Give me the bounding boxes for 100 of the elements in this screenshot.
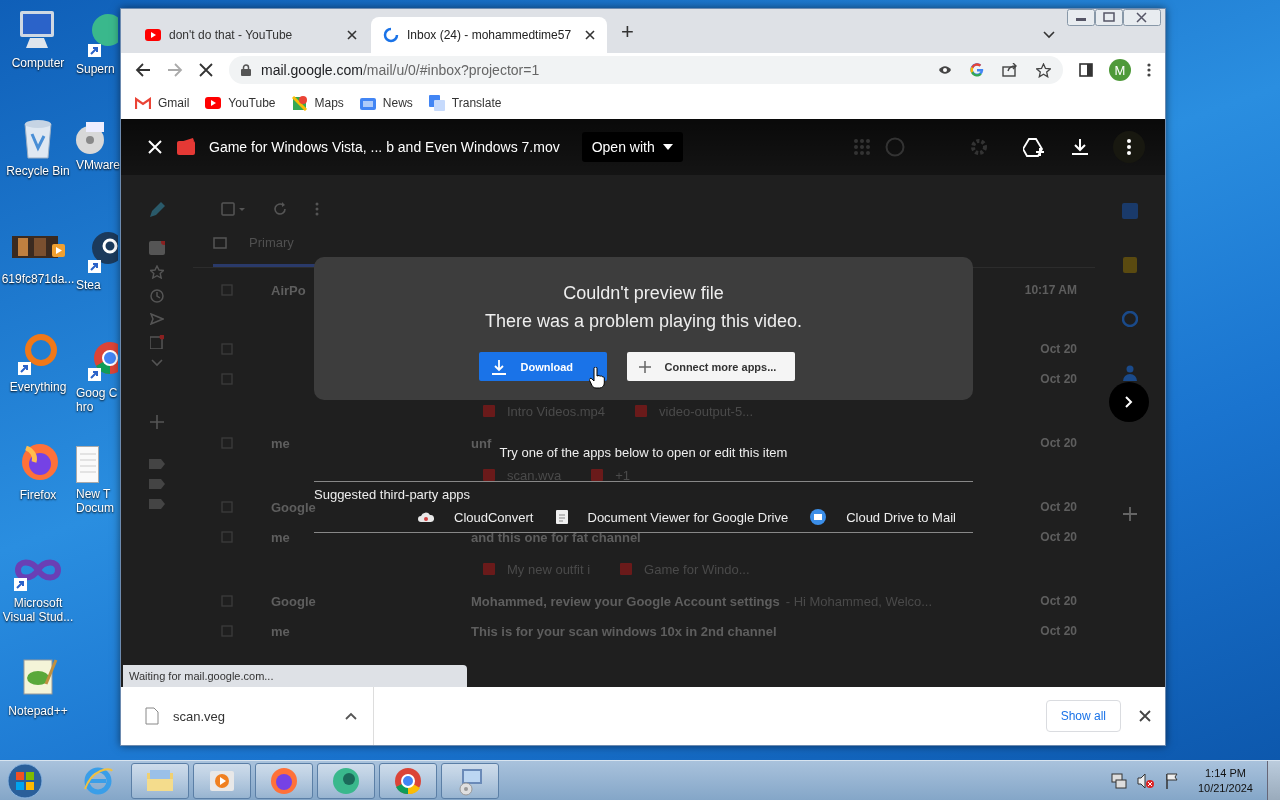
open-with-button[interactable]: Open with xyxy=(581,132,683,162)
desktop-icon-label[interactable]: Computer xyxy=(11,56,65,70)
film-icon xyxy=(591,469,604,481)
bookmark[interactable]: Maps xyxy=(291,95,344,111)
start-button[interactable] xyxy=(7,762,43,799)
mail-date: Oct 20 xyxy=(1040,530,1077,544)
app-item[interactable]: CloudConvert xyxy=(418,509,534,525)
film-icon xyxy=(483,563,495,575)
ring-icon xyxy=(16,332,60,376)
desktop-icon-label[interactable]: New T Docum xyxy=(76,487,120,515)
taskbar-button[interactable] xyxy=(193,762,251,799)
star-icon xyxy=(150,265,164,279)
desktop-icon-label[interactable]: Stea xyxy=(76,278,120,292)
close-icon[interactable] xyxy=(347,30,357,40)
address-bar[interactable]: mail.google.com/mail/u/0/#inbox?projector=1 xyxy=(229,56,1063,84)
inbox-icon xyxy=(149,241,165,255)
subject: and this one for fat channel xyxy=(471,529,641,545)
volume-muted-icon[interactable] xyxy=(1136,772,1155,789)
disc-icon xyxy=(76,122,104,154)
contacts-icon xyxy=(1123,365,1137,381)
taskbar-button[interactable] xyxy=(317,762,375,799)
desktop-icon-label[interactable]: Supern xyxy=(76,62,120,76)
taskbar-button[interactable] xyxy=(379,762,437,799)
close-icon[interactable] xyxy=(585,30,595,40)
add-to-drive-icon[interactable] xyxy=(1023,137,1045,157)
hand-cursor-icon xyxy=(589,367,605,389)
bookmark[interactable]: Gmail xyxy=(135,96,190,110)
more-button[interactable] xyxy=(1113,131,1145,163)
back-icon[interactable] xyxy=(135,62,151,78)
label-icon xyxy=(149,459,165,469)
desktop-icon-label[interactable]: 619fc871da... xyxy=(1,272,75,286)
mail-date: Oct 20 xyxy=(1040,624,1077,638)
checkbox-icon xyxy=(221,625,233,637)
clock-icon xyxy=(150,289,164,303)
loading-icon xyxy=(383,27,399,43)
app-item[interactable]: Document Viewer for Google Drive xyxy=(555,509,789,525)
more-icon xyxy=(1127,139,1131,155)
desktop-icon-label[interactable]: Everything xyxy=(9,380,67,394)
desktop-icon-label[interactable]: Firefox xyxy=(19,488,57,502)
mail-date: Oct 20 xyxy=(1040,372,1077,386)
caret-icon xyxy=(662,144,673,150)
dialog-message: There was a problem playing this video. xyxy=(483,310,804,333)
network-icon[interactable] xyxy=(1110,772,1127,789)
show-all-button[interactable]: Show all xyxy=(1045,700,1121,732)
connect-apps-button[interactable]: Connect more apps... xyxy=(626,352,795,381)
bookmark[interactable]: YouTube xyxy=(205,96,276,110)
envelope-icon xyxy=(135,97,151,109)
more-icon[interactable] xyxy=(1147,63,1151,77)
desktop-icon-label[interactable]: Microsoft Visual Stud... xyxy=(0,596,76,624)
desktop-icon-label[interactable]: VMware xyxy=(76,158,120,172)
star-icon[interactable] xyxy=(1036,62,1051,78)
show-desktop-button[interactable] xyxy=(1267,760,1280,800)
taskbar-button[interactable] xyxy=(131,762,189,799)
app-item[interactable]: Cloud Drive to Mail xyxy=(810,509,956,525)
close-icon[interactable] xyxy=(1139,710,1151,722)
subject: Mohammed, review your Google Account settings xyxy=(471,593,780,609)
bookmark[interactable]: Translate xyxy=(428,95,502,111)
desktop-icon-label[interactable]: Goog Chro xyxy=(76,386,120,414)
sender: me xyxy=(271,435,291,451)
desktop-icon-label[interactable]: Notepad++ xyxy=(8,704,68,718)
status-text: Waiting for mail.google.com... xyxy=(123,665,467,687)
bookmark[interactable]: News xyxy=(359,96,413,110)
taskbar-button[interactable] xyxy=(441,762,499,799)
checkbox-icon xyxy=(221,284,233,296)
refresh-icon xyxy=(273,202,287,216)
eye-icon[interactable] xyxy=(938,65,952,75)
download-button[interactable]: Download xyxy=(478,352,607,381)
film-icon xyxy=(177,138,195,156)
tasks-icon xyxy=(1122,311,1138,327)
profile-avatar[interactable]: M xyxy=(1109,59,1131,81)
label-icon xyxy=(149,479,165,489)
chevron-down-icon xyxy=(151,359,163,367)
help-icon xyxy=(885,137,905,157)
taskbar-button[interactable] xyxy=(255,762,313,799)
download-icon[interactable] xyxy=(1071,138,1089,156)
share-icon[interactable] xyxy=(1002,63,1018,77)
tab-title: don't do that - YouTube xyxy=(169,28,294,42)
plus-icon xyxy=(1123,507,1137,521)
clock[interactable]: 1:14 PM 10/21/2024 xyxy=(1197,765,1253,796)
cloud-icon xyxy=(418,511,434,523)
google-icon[interactable] xyxy=(970,63,984,77)
play-icon xyxy=(205,97,222,109)
plus-icon xyxy=(638,360,651,373)
browser-tab[interactable]: don't do that - YouTube xyxy=(133,17,369,53)
new-tab-button[interactable]: + xyxy=(621,19,634,45)
desktop-icon-label[interactable]: Recycle Bin xyxy=(6,164,70,178)
flag-icon[interactable] xyxy=(1164,772,1179,789)
mail-date: 10:17 AM xyxy=(1024,283,1077,297)
download-item[interactable]: scan.veg xyxy=(145,687,374,745)
apps-grid-icon xyxy=(853,138,871,156)
stop-icon[interactable] xyxy=(199,63,213,77)
chevron-down-icon[interactable] xyxy=(1043,31,1055,39)
browser-tab[interactable]: Inbox (24) - mohammedtime57 xyxy=(371,17,607,53)
sender: AirPo xyxy=(271,282,307,298)
play-icon xyxy=(145,29,161,41)
side-panel-icon[interactable] xyxy=(1079,63,1093,77)
checkbox-icon xyxy=(221,531,233,543)
file-icon xyxy=(145,707,159,725)
checkbox-icon xyxy=(221,202,245,216)
send-icon xyxy=(150,313,164,325)
